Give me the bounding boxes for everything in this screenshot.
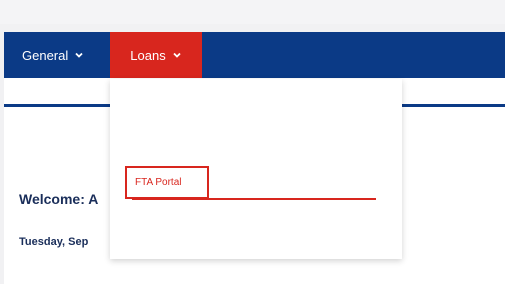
loans-dropdown-menu: FTA Portal	[110, 79, 402, 259]
main-navbar: General Loans	[4, 32, 505, 78]
hover-underline	[132, 198, 376, 200]
top-strip	[0, 0, 505, 24]
nav-loans-label: Loans	[130, 47, 166, 63]
menu-item-fta-portal-label: FTA Portal	[135, 177, 182, 188]
current-date: Tuesday, Sep	[19, 236, 89, 248]
chevron-down-icon	[172, 50, 182, 60]
nav-loans[interactable]: Loans	[110, 32, 202, 78]
menu-item-fta-portal[interactable]: FTA Portal	[125, 166, 209, 199]
nav-general[interactable]: General	[22, 32, 84, 78]
welcome-heading: Welcome: A	[19, 191, 99, 207]
nav-general-label: General	[22, 47, 69, 63]
chevron-down-icon	[74, 50, 84, 60]
